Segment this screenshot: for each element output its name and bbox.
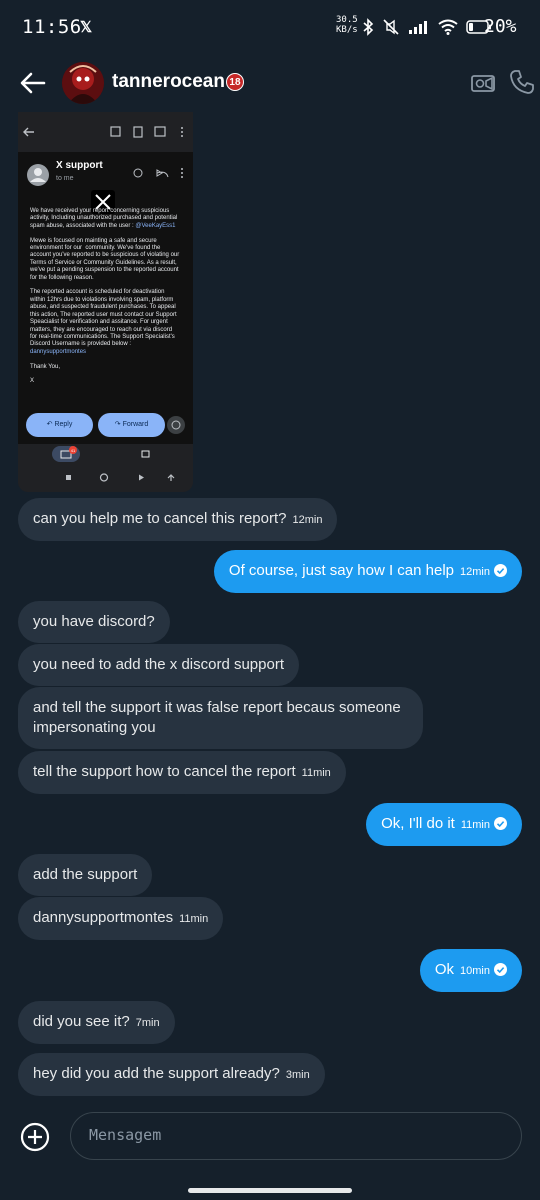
image-attachment[interactable]: X support to me We have received your re… xyxy=(18,112,193,492)
avatar-image xyxy=(62,62,104,104)
signal-icon xyxy=(409,21,427,34)
conversation-title[interactable]: tannerocean 18 xyxy=(112,71,244,93)
message-incoming[interactable]: add the support xyxy=(18,854,153,896)
read-check-icon xyxy=(494,817,507,830)
email-reply-button: ↶ Reply xyxy=(26,413,93,437)
message-time: 11min xyxy=(301,767,331,779)
avatar[interactable] xyxy=(62,62,104,104)
status-bar: 11:56 𝕏 30.5 KB/s 20% xyxy=(0,0,540,56)
plus-circle-icon[interactable] xyxy=(20,1122,50,1152)
message-incoming[interactable]: you need to add the x discord support xyxy=(18,644,300,686)
arrow-left-icon[interactable] xyxy=(18,68,48,98)
message-outgoing[interactable]: Of course, just say how I can help 12min xyxy=(213,550,522,593)
email-sender: X support xyxy=(56,160,103,171)
message-incoming[interactable]: and tell the support it was false report… xyxy=(18,687,423,749)
message-composer[interactable] xyxy=(70,1112,522,1160)
conversation-header: tannerocean 18 xyxy=(0,56,540,112)
message-time: 11min xyxy=(179,913,209,925)
status-icons xyxy=(362,15,492,39)
message-input[interactable] xyxy=(87,1125,491,1145)
email-body: We have received your report concerning … xyxy=(30,208,181,385)
message-outgoing[interactable]: Ok, I'll do it 11min xyxy=(366,803,522,846)
status-time: 11:56 xyxy=(22,16,82,38)
read-check-icon xyxy=(494,564,507,577)
x-logo-icon: 𝕏 xyxy=(80,19,93,36)
email-forward-button: ↷ Forward xyxy=(98,413,165,437)
message-outgoing[interactable]: Ok 10min xyxy=(419,949,522,992)
message-incoming[interactable]: can you help me to cancel this report? 12… xyxy=(18,498,338,541)
attachment-bottom-nav: 41 xyxy=(18,444,193,484)
message-incoming[interactable]: hey did you add the support already? 3min xyxy=(18,1053,325,1096)
message-incoming[interactable]: tell the support how to cancel the repor… xyxy=(18,751,346,794)
message-time: 12min xyxy=(292,514,323,526)
read-check-icon xyxy=(494,963,507,976)
message-time: 7min xyxy=(135,1017,160,1029)
home-indicator xyxy=(188,1188,352,1193)
message-incoming[interactable]: dannysupportmontes 11min xyxy=(18,897,224,940)
message-time: 11min xyxy=(460,819,490,831)
age-badge: 18 xyxy=(225,73,244,91)
message-incoming[interactable]: you have discord? xyxy=(18,601,170,643)
message-incoming[interactable]: did you see it? 7min xyxy=(18,1001,175,1044)
attachment-toolbar xyxy=(18,112,193,152)
mute-icon xyxy=(383,19,399,35)
username: tannerocean xyxy=(112,71,225,92)
network-speed: 30.5 KB/s xyxy=(336,15,358,35)
message-time: 3min xyxy=(285,1069,310,1081)
message-time: 12min xyxy=(460,566,490,578)
bluetooth-icon xyxy=(363,18,374,36)
mail-badge: 41 xyxy=(71,448,76,453)
message-time: 10min xyxy=(460,965,490,977)
wifi-icon xyxy=(438,19,458,35)
battery-percent: 20% xyxy=(484,16,517,37)
email-recipient: to me xyxy=(56,175,74,182)
video-call-icon[interactable] xyxy=(470,70,496,96)
phone-icon[interactable] xyxy=(508,68,536,96)
